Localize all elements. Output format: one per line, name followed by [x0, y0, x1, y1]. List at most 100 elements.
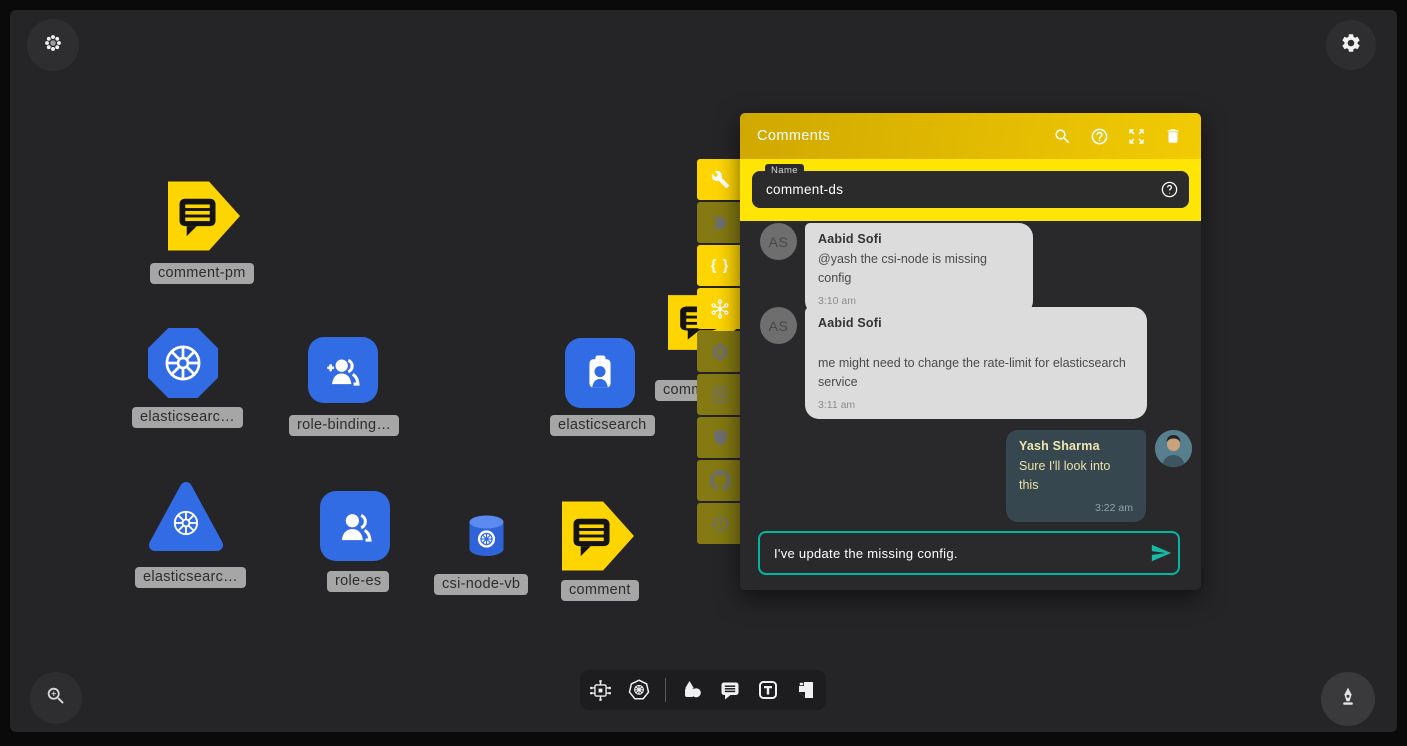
toolbar-history-button[interactable]	[697, 503, 743, 544]
messages-list[interactable]: AS Aabid Sofi @yash the csi-node is miss…	[740, 221, 1201, 590]
toolbar-divider	[665, 678, 666, 702]
node-label[interactable]: comment-pm	[150, 263, 254, 284]
avatar-initials: AS	[760, 223, 797, 260]
message-author: Aabid Sofi	[818, 232, 1020, 246]
name-input[interactable]	[752, 182, 1159, 197]
service-account-icon	[577, 350, 623, 396]
shapes-icon	[680, 678, 704, 702]
node-action-toolbar: { }	[697, 159, 743, 544]
search-button[interactable]	[1052, 126, 1072, 146]
search-icon	[1053, 127, 1072, 146]
shapes-tool-button[interactable]	[680, 678, 704, 702]
node-label[interactable]: csi-node-vb	[434, 574, 528, 595]
message-row: AS Aabid Sofi @yash the csi-node is miss…	[760, 223, 1033, 315]
history-icon	[710, 514, 730, 534]
comment-glyph	[562, 500, 634, 572]
message-row: AS Aabid Sofi me might need to change th…	[760, 307, 1147, 419]
note-tool-button[interactable]	[794, 678, 818, 702]
node-comment-pm[interactable]	[168, 180, 240, 252]
panel-title: Comments	[757, 128, 1035, 144]
node-elasticsearch-triangle[interactable]	[147, 479, 225, 562]
node-label[interactable]: elasticsearc…	[132, 407, 243, 428]
pen-tool-button[interactable]	[1321, 672, 1375, 726]
kubernetes-icon	[627, 678, 651, 702]
name-field-label: Name	[765, 164, 804, 177]
infrastructure-icon	[589, 679, 612, 702]
gear-icon	[1340, 32, 1362, 59]
message-row: Yash Sharma Sure I'll look into this 3:2…	[1006, 430, 1192, 522]
delete-button[interactable]	[1163, 126, 1183, 146]
text-icon	[756, 678, 780, 702]
comments-panel-header[interactable]: Comments	[740, 113, 1201, 159]
toolbar-wrench-button[interactable]	[697, 159, 743, 200]
find-document-icon	[710, 385, 730, 405]
message-bubble[interactable]: Aabid Sofi me might need to change the r…	[805, 307, 1147, 419]
shield-icon	[711, 428, 730, 447]
toolbar-security-button[interactable]	[697, 417, 743, 458]
message-time: 3:22 am	[1019, 502, 1133, 514]
node-role-binding[interactable]	[308, 337, 378, 403]
toolbar-json-button[interactable]: { }	[697, 245, 743, 286]
node-label[interactable]: elasticsearc…	[135, 567, 246, 588]
send-button[interactable]	[1144, 538, 1178, 568]
node-role-es[interactable]	[320, 491, 390, 561]
kanvas-app: comment-pm elasticsearc… role-binding… e…	[0, 0, 1407, 746]
avatar-photo	[1155, 430, 1192, 467]
name-help-button[interactable]	[1159, 180, 1179, 200]
note-icon	[794, 678, 818, 702]
zoom-in-button[interactable]	[30, 672, 82, 724]
gear-icon	[710, 342, 730, 362]
comment-icon	[718, 678, 742, 702]
infrastructure-tool-button[interactable]	[589, 678, 613, 702]
toolbar-github-button[interactable]	[697, 460, 743, 501]
comment-glyph	[168, 180, 240, 252]
kubernetes-tool-button[interactable]	[627, 678, 651, 702]
braces-icon: { }	[711, 257, 730, 274]
node-label[interactable]: role-binding…	[289, 415, 399, 436]
node-label[interactable]: elasticsearch	[550, 415, 655, 436]
zoom-in-icon	[45, 685, 67, 712]
toolbar-settings-button[interactable]	[697, 331, 743, 372]
settings-button[interactable]	[1326, 20, 1376, 70]
name-section: Name	[740, 159, 1201, 221]
toolbar-mesh-button[interactable]	[697, 288, 743, 329]
message-author: Yash Sharma	[1019, 439, 1133, 453]
toolbar-inspect-button[interactable]	[697, 374, 743, 415]
label-tag-icon	[710, 213, 730, 233]
node-elasticsearch-service-account[interactable]	[565, 338, 635, 408]
send-icon	[1150, 542, 1172, 564]
help-circle-icon	[1160, 180, 1179, 199]
name-input-wrap: Name	[752, 171, 1189, 208]
message-text: Sure I'll look into this	[1019, 457, 1133, 496]
role-binding-icon	[321, 348, 365, 392]
wrench-icon	[711, 170, 730, 189]
help-button[interactable]	[1089, 126, 1109, 146]
role-icon	[333, 504, 377, 548]
shape-palette-toolbar	[580, 670, 826, 710]
avatar-initials: AS	[760, 307, 797, 344]
chat-message-input[interactable]	[760, 546, 1144, 561]
message-author: Aabid Sofi	[818, 316, 1134, 330]
help-icon	[1090, 127, 1109, 146]
toolbar-label-button[interactable]	[697, 202, 743, 243]
node-elasticsearch-octagon[interactable]	[148, 328, 218, 398]
message-time: 3:11 am	[818, 399, 1134, 411]
message-text: me might need to change the rate-limit f…	[818, 354, 1134, 393]
message-time: 3:10 am	[818, 295, 1020, 307]
app-logo-button[interactable]	[27, 19, 79, 71]
node-label[interactable]: role-es	[327, 571, 389, 592]
message-bubble[interactable]: Aabid Sofi @yash the csi-node is missing…	[805, 223, 1033, 315]
flower-logo-icon	[42, 32, 64, 59]
node-label[interactable]: comment	[561, 580, 639, 601]
trash-icon	[1164, 127, 1182, 145]
comment-tool-button[interactable]	[718, 678, 742, 702]
pen-nib-icon	[1336, 685, 1360, 714]
mesh-icon	[709, 298, 731, 320]
node-csi-node-vb[interactable]	[466, 514, 507, 563]
fullscreen-button[interactable]	[1126, 126, 1146, 146]
node-comment[interactable]	[562, 500, 634, 572]
github-icon	[710, 470, 731, 491]
text-tool-button[interactable]	[756, 678, 780, 702]
fullscreen-icon	[1127, 127, 1146, 146]
message-bubble[interactable]: Yash Sharma Sure I'll look into this 3:2…	[1006, 430, 1146, 522]
